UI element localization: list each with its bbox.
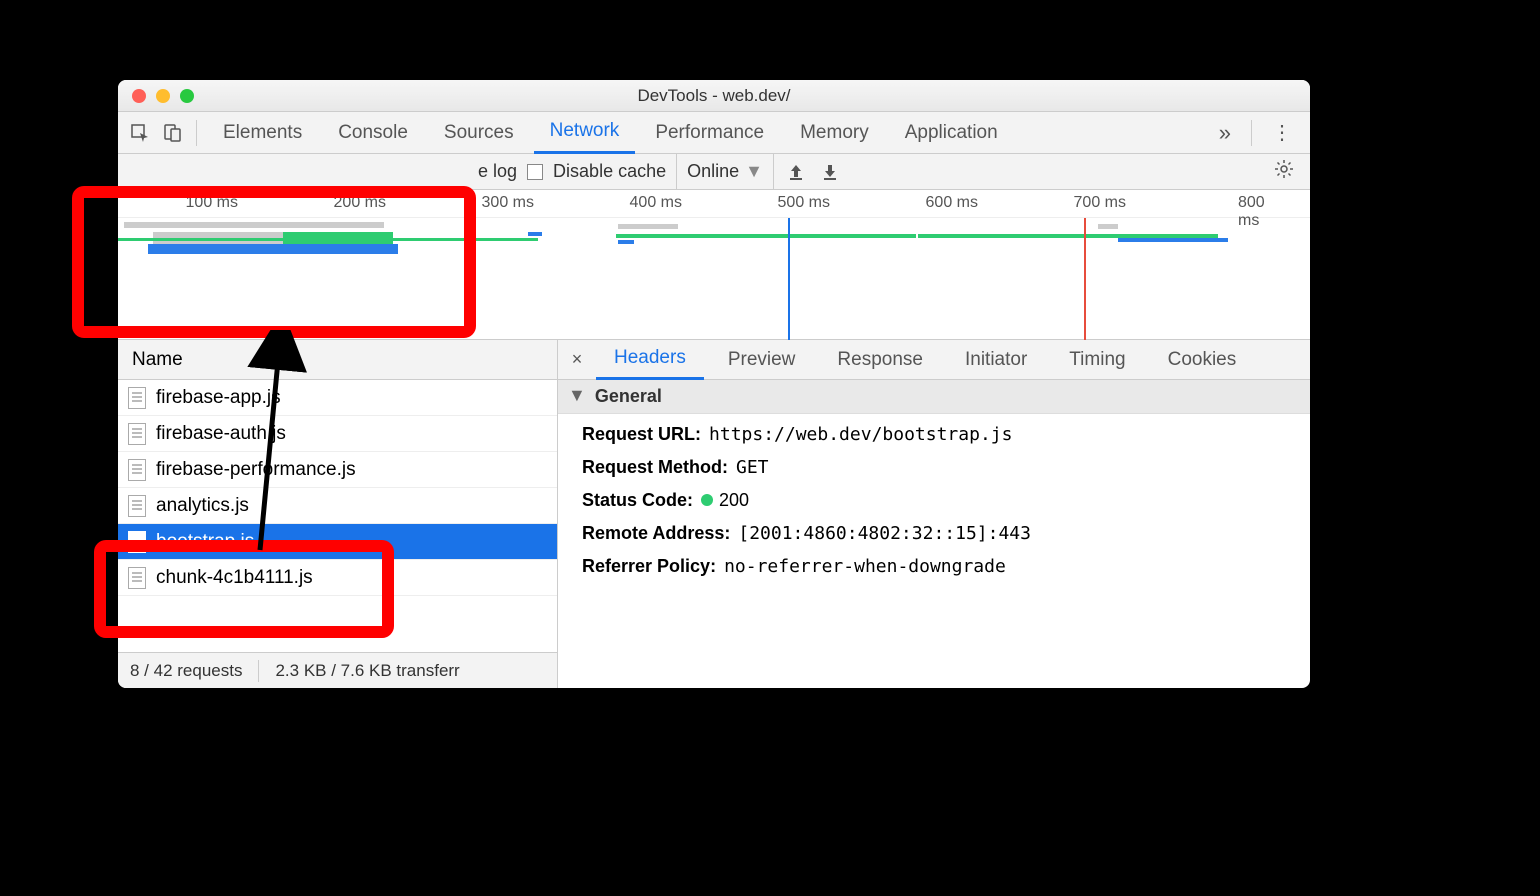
request-name: bootstrap.js: [156, 531, 254, 553]
status-transfer: 2.3 KB / 7.6 KB transferr: [275, 661, 459, 681]
remote-address-value: [2001:4860:4802:32::15]:443: [738, 523, 1031, 544]
detail-tab-timing[interactable]: Timing: [1051, 349, 1143, 371]
detail-tabs: × Headers Preview Response Initiator Tim…: [558, 340, 1310, 380]
file-icon: [128, 531, 146, 553]
settings-kebab-icon[interactable]: ⋮: [1262, 120, 1302, 145]
table-row[interactable]: analytics.js: [118, 488, 557, 524]
general-heading: General: [595, 386, 662, 406]
tab-console[interactable]: Console: [322, 122, 424, 144]
tab-elements[interactable]: Elements: [207, 122, 318, 144]
tab-network[interactable]: Network: [534, 112, 636, 154]
network-toolbar: e log Disable cache Online ▼: [118, 154, 1310, 190]
remote-address-label: Remote Address:: [582, 523, 730, 544]
separator: [1251, 120, 1252, 146]
request-method-value: GET: [736, 457, 769, 478]
throttling-dropdown[interactable]: Online ▼: [676, 154, 774, 190]
network-overview[interactable]: 100 ms 200 ms 300 ms 400 ms 500 ms 600 m…: [118, 190, 1310, 340]
tab-application[interactable]: Application: [889, 122, 1014, 144]
request-url-value: https://web.dev/bootstrap.js: [709, 424, 1012, 445]
request-list-panel: Name firebase-app.js firebase-auth.js fi…: [118, 340, 558, 688]
tick: 200 ms: [334, 194, 386, 212]
table-row[interactable]: chunk-4c1b4111.js: [118, 560, 557, 596]
tick: 100 ms: [186, 194, 238, 212]
detail-tab-response[interactable]: Response: [819, 349, 941, 371]
request-url-label: Request URL:: [582, 424, 701, 445]
devtools-tabbar: Elements Console Sources Network Perform…: [118, 112, 1310, 154]
status-bar: 8 / 42 requests 2.3 KB / 7.6 KB transfer…: [118, 652, 557, 688]
gear-icon[interactable]: [1268, 159, 1300, 184]
file-icon: [128, 387, 146, 409]
referrer-policy-label: Referrer Policy:: [582, 556, 716, 577]
file-icon: [128, 567, 146, 589]
file-icon: [128, 423, 146, 445]
table-row[interactable]: bootstrap.js: [118, 524, 557, 560]
request-name: firebase-performance.js: [156, 459, 356, 481]
request-name: firebase-auth.js: [156, 423, 286, 445]
tab-sources[interactable]: Sources: [428, 122, 530, 144]
request-rows: firebase-app.js firebase-auth.js firebas…: [118, 380, 557, 652]
tick: 700 ms: [1074, 194, 1126, 212]
status-code-label: Status Code:: [582, 490, 693, 511]
table-row[interactable]: firebase-performance.js: [118, 452, 557, 488]
tick: 500 ms: [778, 194, 830, 212]
status-code-value: 200: [701, 490, 749, 511]
request-name: analytics.js: [156, 495, 249, 517]
file-icon: [128, 459, 146, 481]
domcontentloaded-marker: [788, 218, 790, 340]
detail-tab-cookies[interactable]: Cookies: [1150, 349, 1255, 371]
overview-bars: [118, 218, 1310, 278]
tick: 600 ms: [926, 194, 978, 212]
devtools-window: DevTools - web.dev/ Elements Console Sou…: [118, 80, 1310, 688]
detail-tab-headers[interactable]: Headers: [596, 340, 704, 380]
more-tabs-icon[interactable]: »: [1209, 120, 1241, 146]
disclosure-triangle-icon: ▼: [568, 385, 586, 406]
tab-memory[interactable]: Memory: [784, 122, 885, 144]
disable-cache-checkbox[interactable]: [527, 164, 543, 180]
column-header-name[interactable]: Name: [118, 340, 557, 380]
request-name: chunk-4c1b4111.js: [156, 567, 313, 589]
upload-har-icon[interactable]: [784, 163, 808, 181]
tick: 300 ms: [482, 194, 534, 212]
referrer-policy-value: no-referrer-when-downgrade: [724, 556, 1006, 577]
file-icon: [128, 495, 146, 517]
preserve-log-label: e log: [478, 161, 517, 182]
titlebar: DevTools - web.dev/: [118, 80, 1310, 112]
request-detail-panel: × Headers Preview Response Initiator Tim…: [558, 340, 1310, 688]
table-row[interactable]: firebase-app.js: [118, 380, 557, 416]
window-title: DevTools - web.dev/: [118, 86, 1310, 106]
timeline-ruler: 100 ms 200 ms 300 ms 400 ms 500 ms 600 m…: [118, 190, 1310, 218]
detail-tab-initiator[interactable]: Initiator: [947, 349, 1045, 371]
close-detail-icon[interactable]: ×: [564, 349, 590, 370]
chevron-down-icon: ▼: [745, 161, 763, 182]
separator: [196, 120, 197, 146]
request-method-label: Request Method:: [582, 457, 728, 478]
download-har-icon[interactable]: [818, 163, 842, 181]
load-marker: [1084, 218, 1086, 340]
table-row[interactable]: firebase-auth.js: [118, 416, 557, 452]
device-toggle-icon[interactable]: [158, 119, 186, 147]
throttling-value: Online: [687, 161, 739, 182]
general-section-header[interactable]: ▼ General: [558, 380, 1310, 414]
general-section: Request URL: https://web.dev/bootstrap.j…: [558, 414, 1310, 587]
tick: 400 ms: [630, 194, 682, 212]
inspect-icon[interactable]: [126, 119, 154, 147]
status-requests: 8 / 42 requests: [130, 661, 242, 681]
detail-tab-preview[interactable]: Preview: [710, 349, 814, 371]
request-name: firebase-app.js: [156, 387, 281, 409]
tab-performance[interactable]: Performance: [639, 122, 780, 144]
status-dot-icon: [701, 494, 713, 506]
disable-cache-label: Disable cache: [553, 161, 666, 182]
network-main: Name firebase-app.js firebase-auth.js fi…: [118, 340, 1310, 688]
